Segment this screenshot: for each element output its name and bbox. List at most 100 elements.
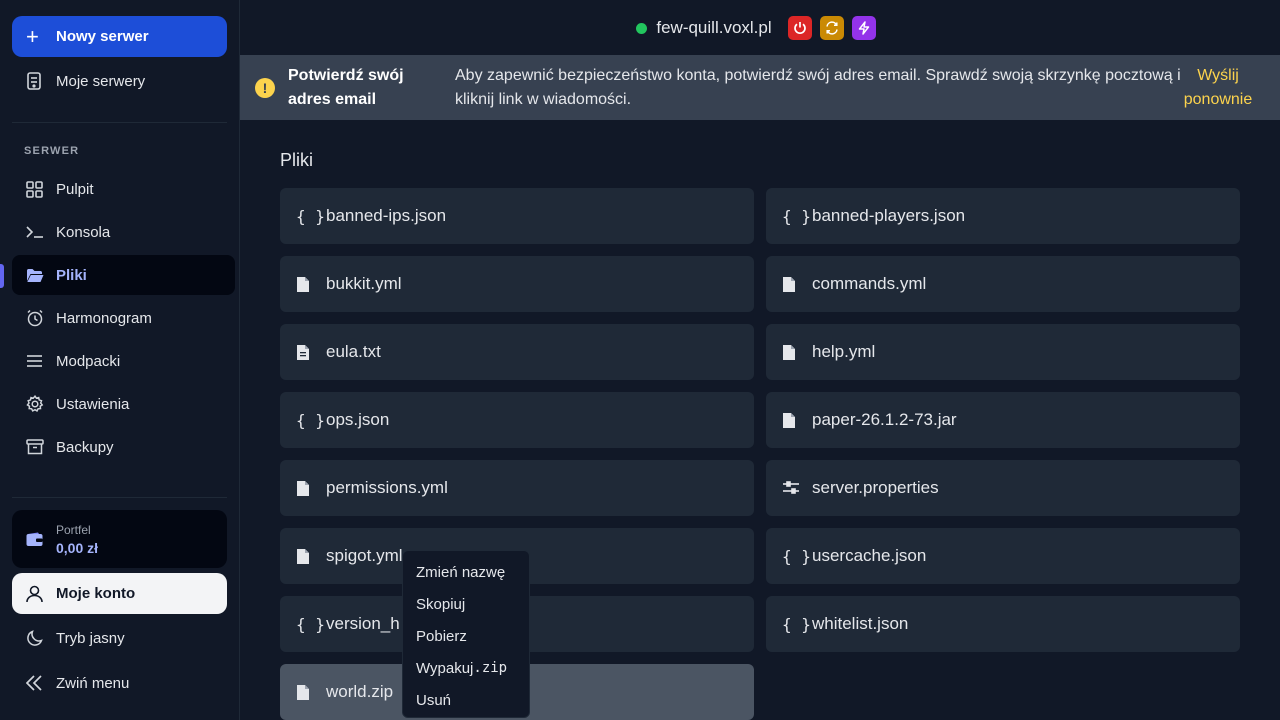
file-icon — [296, 276, 326, 293]
email-verification-banner: ! Potwierdź swój adres email Aby zapewni… — [240, 55, 1280, 120]
status-dot — [636, 22, 648, 34]
file-row[interactable]: commands.yml — [766, 256, 1240, 312]
rename-menu-item[interactable]: Zmień nazwę — [403, 556, 529, 588]
warning-icon: ! — [255, 78, 275, 98]
theme-toggle-label: Tryb jasny — [56, 629, 125, 647]
sidebar-item-backupy[interactable]: Backupy — [12, 427, 235, 467]
server-hostname: few-quill.voxl.pl — [656, 18, 772, 37]
file-name: server.properties — [812, 478, 939, 497]
file-row[interactable]: permissions.yml — [280, 460, 754, 516]
sidebar-item-pulpit[interactable]: Pulpit — [12, 169, 235, 209]
file-name: permissions.yml — [326, 478, 448, 497]
sidebar-item-modpacki[interactable]: Modpacki — [12, 341, 235, 381]
theme-toggle[interactable]: Tryb jasny — [12, 618, 235, 658]
file-name: spigot.yml — [326, 546, 403, 565]
file-row[interactable]: help.yml — [766, 324, 1240, 380]
json-braces-icon: { } — [782, 546, 811, 566]
terminal-icon — [26, 225, 56, 239]
sidebar-item-label: Ustawienia — [56, 395, 130, 413]
resend-link[interactable]: Wyślij ponownie — [1172, 64, 1264, 112]
file-icon — [296, 684, 326, 701]
server-icon — [26, 72, 56, 90]
file-row[interactable]: eula.txt — [280, 324, 754, 380]
extract-label: Wypakuj — [416, 659, 474, 677]
sliders-icon — [782, 481, 812, 495]
file-name: whitelist.json — [812, 614, 909, 633]
sidebar-item-ustawienia[interactable]: Ustawienia — [12, 384, 235, 424]
wallet-balance: 0,00 zł — [56, 539, 99, 556]
sidebar-item-label: Pliki — [56, 266, 87, 284]
folder-open-icon — [26, 268, 56, 283]
delete-menu-item[interactable]: Usuń — [403, 684, 529, 716]
file-name: paper-26.1.2-73.jar — [812, 410, 957, 429]
json-braces-icon: { } — [296, 206, 325, 226]
alarm-clock-icon — [26, 309, 56, 327]
file-row[interactable]: { } whitelist.json — [766, 596, 1240, 652]
sidebar-item-konsola[interactable]: Konsola — [12, 212, 235, 252]
grid-icon — [26, 180, 56, 198]
sidebar-item-label: Harmonogram — [56, 309, 152, 327]
json-braces-icon: { } — [296, 614, 325, 634]
wallet-label: Portfel — [56, 522, 91, 537]
file-name: eula.txt — [326, 342, 381, 361]
my-account-button[interactable]: Moje konto — [12, 573, 227, 614]
banner-text: Aby zapewnić bezpieczeństwo konta, potwi… — [455, 67, 1181, 108]
sidebar: + Nowy serwer Moje serwery SERWER Pulpit… — [0, 0, 240, 720]
json-braces-icon: { } — [782, 206, 811, 226]
file-name: bukkit.yml — [326, 274, 402, 293]
section-label: SERWER — [24, 145, 80, 157]
file-name: banned-players.json — [812, 206, 966, 225]
json-braces-icon: { } — [782, 614, 811, 634]
user-icon — [26, 585, 56, 603]
file-name: help.yml — [812, 342, 876, 361]
download-menu-item[interactable]: Pobierz — [403, 620, 529, 652]
file-name: world.zip — [326, 682, 394, 701]
file-name: ops.json — [326, 410, 390, 429]
copy-menu-item[interactable]: Skopiuj — [403, 588, 529, 620]
file-row[interactable]: { } ops.json — [280, 392, 754, 448]
banner-title: Potwierdź swój adres email — [288, 67, 404, 108]
collapse-label: Zwiń menu — [56, 674, 130, 692]
sidebar-divider — [12, 497, 227, 498]
file-text-icon — [296, 344, 326, 361]
file-icon — [782, 412, 812, 429]
file-row[interactable]: bukkit.yml — [280, 256, 754, 312]
file-name: version_h — [326, 614, 400, 633]
file-name: usercache.json — [812, 546, 927, 565]
extract-extension: .zip — [473, 660, 508, 676]
file-row[interactable]: { } banned-ips.json — [280, 188, 754, 244]
power-button[interactable] — [787, 16, 812, 40]
menu-lines-icon — [26, 354, 56, 368]
restart-button[interactable] — [819, 16, 844, 40]
collapse-menu-button[interactable]: Zwiń menu — [12, 663, 235, 703]
power-icon — [793, 22, 806, 35]
file-row[interactable]: { } banned-players.json — [766, 188, 1240, 244]
moon-icon — [26, 629, 56, 647]
file-row[interactable]: paper-26.1.2-73.jar — [766, 392, 1240, 448]
topbar: few-quill.voxl.pl — [240, 0, 1280, 56]
sidebar-item-label: Moje serwery — [56, 72, 146, 90]
sidebar-item-pliki[interactable]: Pliki — [12, 255, 235, 295]
sidebar-item-harmonogram[interactable]: Harmonogram — [12, 298, 235, 338]
archive-icon — [26, 439, 56, 455]
file-icon — [296, 548, 326, 565]
lightning-icon — [858, 21, 869, 35]
gear-icon — [26, 395, 56, 413]
chevrons-left-icon — [26, 675, 56, 691]
active-indicator — [0, 264, 4, 288]
plus-icon: + — [26, 23, 39, 49]
sidebar-item-my-servers[interactable]: Moje serwery — [12, 61, 235, 101]
new-server-button[interactable]: + Nowy serwer — [12, 16, 227, 57]
extract-menu-item[interactable]: Wypakuj .zip — [403, 652, 529, 684]
file-row[interactable]: server.properties — [766, 460, 1240, 516]
sidebar-item-label: Pulpit — [56, 180, 94, 198]
wallet-card[interactable]: Portfel 0,00 zł — [12, 510, 227, 568]
new-server-label: Nowy serwer — [56, 28, 149, 45]
page-title: Pliki — [280, 150, 314, 170]
file-row[interactable]: { } usercache.json — [766, 528, 1240, 584]
restart-icon — [825, 21, 838, 35]
kill-button[interactable] — [851, 16, 876, 40]
sidebar-item-label: Konsola — [56, 223, 111, 241]
wallet-icon — [26, 532, 56, 547]
sidebar-divider — [12, 122, 227, 123]
